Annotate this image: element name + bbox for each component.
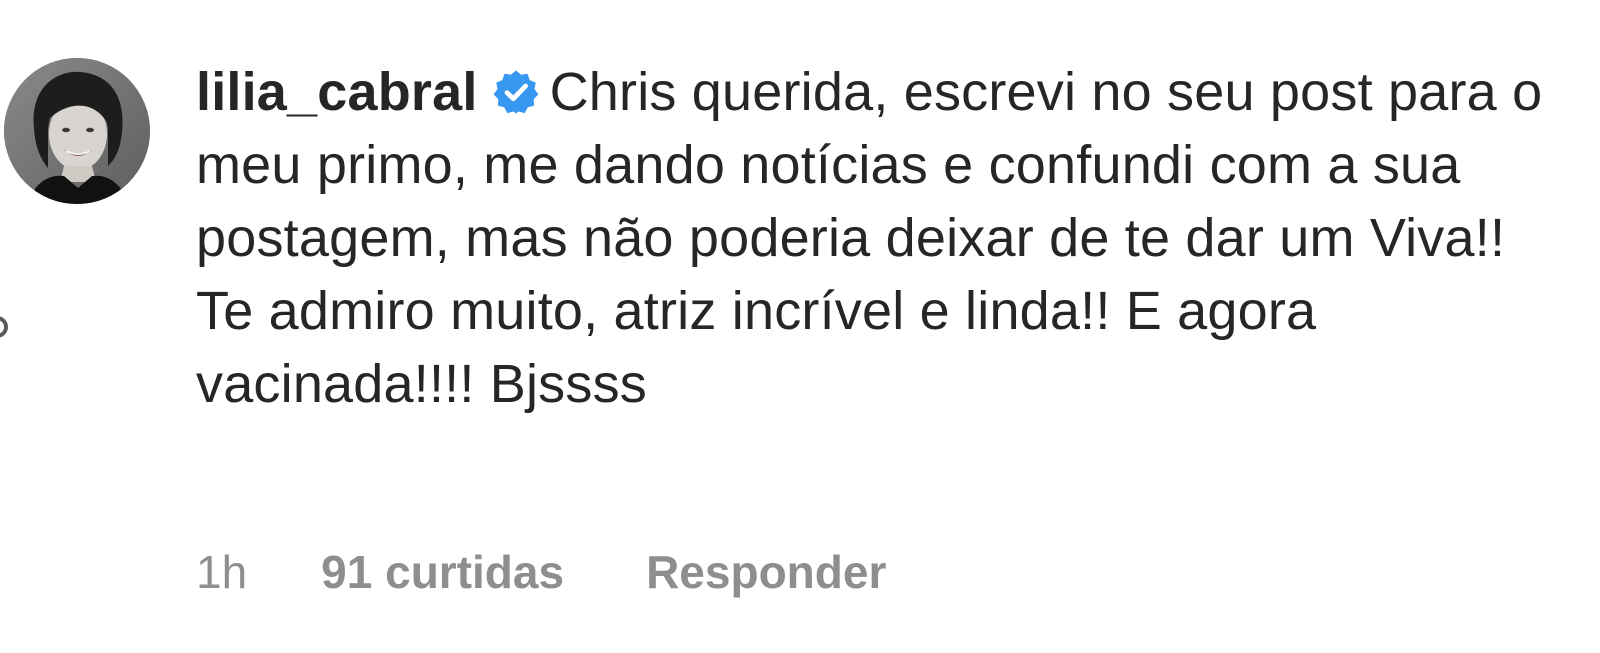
likes-count[interactable]: 91 curtidas (321, 545, 564, 599)
avatar-photo (4, 58, 150, 204)
comment-time[interactable]: 1h (196, 545, 247, 599)
verified-badge-icon (492, 68, 540, 116)
avatar[interactable] (4, 58, 150, 204)
comment-meta: 1h 91 curtidas Responder (196, 540, 886, 604)
reply-button[interactable]: Responder (646, 545, 886, 599)
comment-item: lilia_cabral Chris querida, escrevi no se… (0, 0, 1600, 653)
comment-body: lilia_cabral Chris querida, escrevi no se… (196, 56, 1546, 421)
username-link[interactable]: lilia_cabral (196, 62, 478, 122)
